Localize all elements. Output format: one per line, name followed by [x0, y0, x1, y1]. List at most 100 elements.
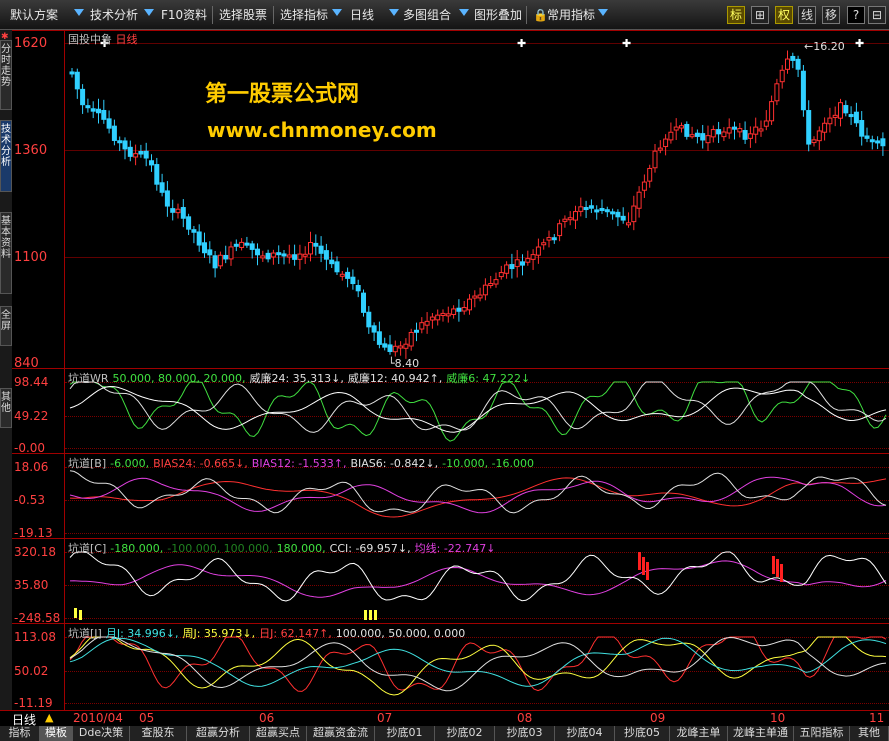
separator [212, 6, 213, 24]
cci-title-item: -180.000, [110, 542, 164, 555]
tab-longfeng-tong[interactable]: 龙峰主单通 [728, 726, 794, 741]
candle-body [191, 229, 197, 233]
j-title-item: 日J: 62.147↑, [259, 627, 332, 640]
candle-body [96, 108, 101, 114]
select-stock-button[interactable]: 选择股票 [215, 5, 267, 25]
candle-body [429, 316, 435, 321]
candle-body [520, 261, 525, 266]
indicator-line [69, 477, 887, 518]
candle-body [223, 254, 229, 260]
tab-template[interactable]: 模板 [40, 726, 73, 741]
candle-body [228, 246, 234, 260]
f10-menu[interactable]: F10资料 [157, 5, 207, 25]
tab-longfeng[interactable]: 龙峰主单 [670, 726, 728, 741]
chevron-down-icon[interactable] [74, 9, 84, 16]
tab-bottom05[interactable]: 抄底05 [615, 726, 670, 741]
candle-body [202, 242, 207, 254]
tab-indicator[interactable]: 指标 [0, 726, 40, 741]
high-price-label: ←16.20 [804, 40, 845, 53]
candle-body [493, 279, 499, 285]
candle-body [557, 223, 563, 237]
bias-title-item: BIAS12: -1.533↑, [251, 457, 347, 470]
chevron-down-icon[interactable] [389, 9, 399, 16]
period-menu[interactable]: 日线 [346, 5, 374, 25]
wr-title: 坑道WR 50.000, 80.000, 20.000, 威廉24: 35.313↓… [68, 370, 534, 386]
candle-body [747, 133, 753, 139]
line-button[interactable]: 线 [798, 6, 816, 24]
tab-bottom02[interactable]: 抄底02 [435, 726, 495, 741]
common-indicators-menu[interactable]: 常用指标 [543, 5, 595, 25]
tab-intraday[interactable]: 分时走势 [0, 40, 12, 110]
candle-body [196, 231, 202, 246]
candle-body [382, 343, 388, 348]
cci-signal-bar [642, 557, 645, 575]
tab-shareholders[interactable]: 查股东 [130, 726, 187, 741]
tab-bottom01[interactable]: 抄底01 [375, 726, 435, 741]
cci-title-item: 均线: -22.747↓ [414, 542, 496, 555]
scheme-menu[interactable]: 默认方案 [6, 5, 58, 25]
candle-body [710, 129, 716, 138]
candle-body [398, 345, 404, 349]
overlay-menu[interactable]: 图形叠加 [470, 5, 522, 25]
mark-button[interactable]: 标 [727, 6, 745, 24]
tab-bottom03[interactable]: 抄底03 [495, 726, 555, 741]
chevron-down-icon[interactable] [144, 9, 154, 16]
candle-body [233, 243, 239, 247]
candle-body [376, 331, 382, 345]
candle-body [732, 126, 737, 130]
candle-body [716, 129, 722, 135]
stock-name: 国投中鲁 [68, 33, 112, 46]
candle-body [217, 254, 223, 267]
tab-technical[interactable]: 技术分析 [0, 120, 12, 192]
indicator-tab-bar: 指标 模板 Dde决策 查股东 超赢分析 超赢买点 超赢资金流 抄底01 抄底0… [0, 726, 889, 741]
tab-other[interactable]: 其他 [0, 388, 12, 428]
chart-area[interactable]: 1620 1360 1100 840 98.44 49.22 -0.00 18.… [12, 30, 889, 710]
candle-body [106, 118, 112, 129]
chevron-down-icon[interactable] [598, 9, 608, 16]
candle-body [111, 125, 117, 141]
candle-body [758, 128, 764, 132]
candle-body [864, 135, 870, 139]
tab-fundamentals[interactable]: 基本资料 [0, 212, 12, 294]
date-label: 05 [139, 711, 155, 725]
tab-fullscreen[interactable]: 全屏 [0, 306, 12, 346]
candle-body [403, 343, 409, 349]
help-icon[interactable]: ? [847, 6, 865, 24]
triangle-up-icon[interactable]: ▲ [45, 711, 53, 724]
candle-body [859, 120, 865, 137]
candle-body [74, 71, 80, 90]
candle-body [488, 283, 494, 287]
candle-body [329, 259, 335, 265]
candle-body [85, 105, 91, 109]
chevron-down-icon[interactable] [332, 9, 342, 16]
multi-chart-menu[interactable]: 多图组合 [399, 5, 451, 25]
candle-body [769, 101, 775, 122]
bias-title-item: BIAS24: -0.665↓, [153, 457, 248, 470]
candle-body [138, 150, 144, 155]
window-icon[interactable]: ⊟ [868, 6, 886, 24]
tab-super-fund-flow[interactable]: 超赢资金流 [307, 726, 375, 741]
tab-super-analysis[interactable]: 超赢分析 [187, 726, 250, 741]
tab-dde[interactable]: Dde决策 [73, 726, 130, 741]
candle-body [239, 241, 245, 248]
candle-body [631, 205, 637, 223]
move-button[interactable]: 移 [822, 6, 840, 24]
tab-other-indicators[interactable]: 其他 [850, 726, 889, 741]
toolbar: 默认方案 技术分析 F10资料 选择股票 选择指标 日线 多图组合 图形叠加 🔒… [0, 0, 889, 30]
tab-five-yang[interactable]: 五阳指标 [794, 726, 850, 741]
candle-body [276, 252, 282, 256]
candle-body [180, 207, 186, 219]
candle-body [604, 209, 610, 213]
tab-bottom04[interactable]: 抄底04 [555, 726, 615, 741]
chevron-down-icon[interactable] [459, 9, 469, 16]
candle-body [546, 237, 552, 241]
candle-body [355, 285, 361, 292]
tab-super-buy[interactable]: 超赢买点 [250, 726, 307, 741]
select-indicator-button[interactable]: 选择指标 [276, 5, 328, 25]
candle-body [562, 218, 568, 222]
j-title: 坑道[J] 月J: 34.996↓, 周J: 35.973↓, 日J: 62.147↑… [68, 625, 469, 641]
grid-icon[interactable]: ⊞ [751, 6, 769, 24]
candle-body [318, 245, 324, 254]
rights-button[interactable]: 权 [775, 6, 793, 24]
tech-analysis-menu[interactable]: 技术分析 [86, 5, 138, 25]
